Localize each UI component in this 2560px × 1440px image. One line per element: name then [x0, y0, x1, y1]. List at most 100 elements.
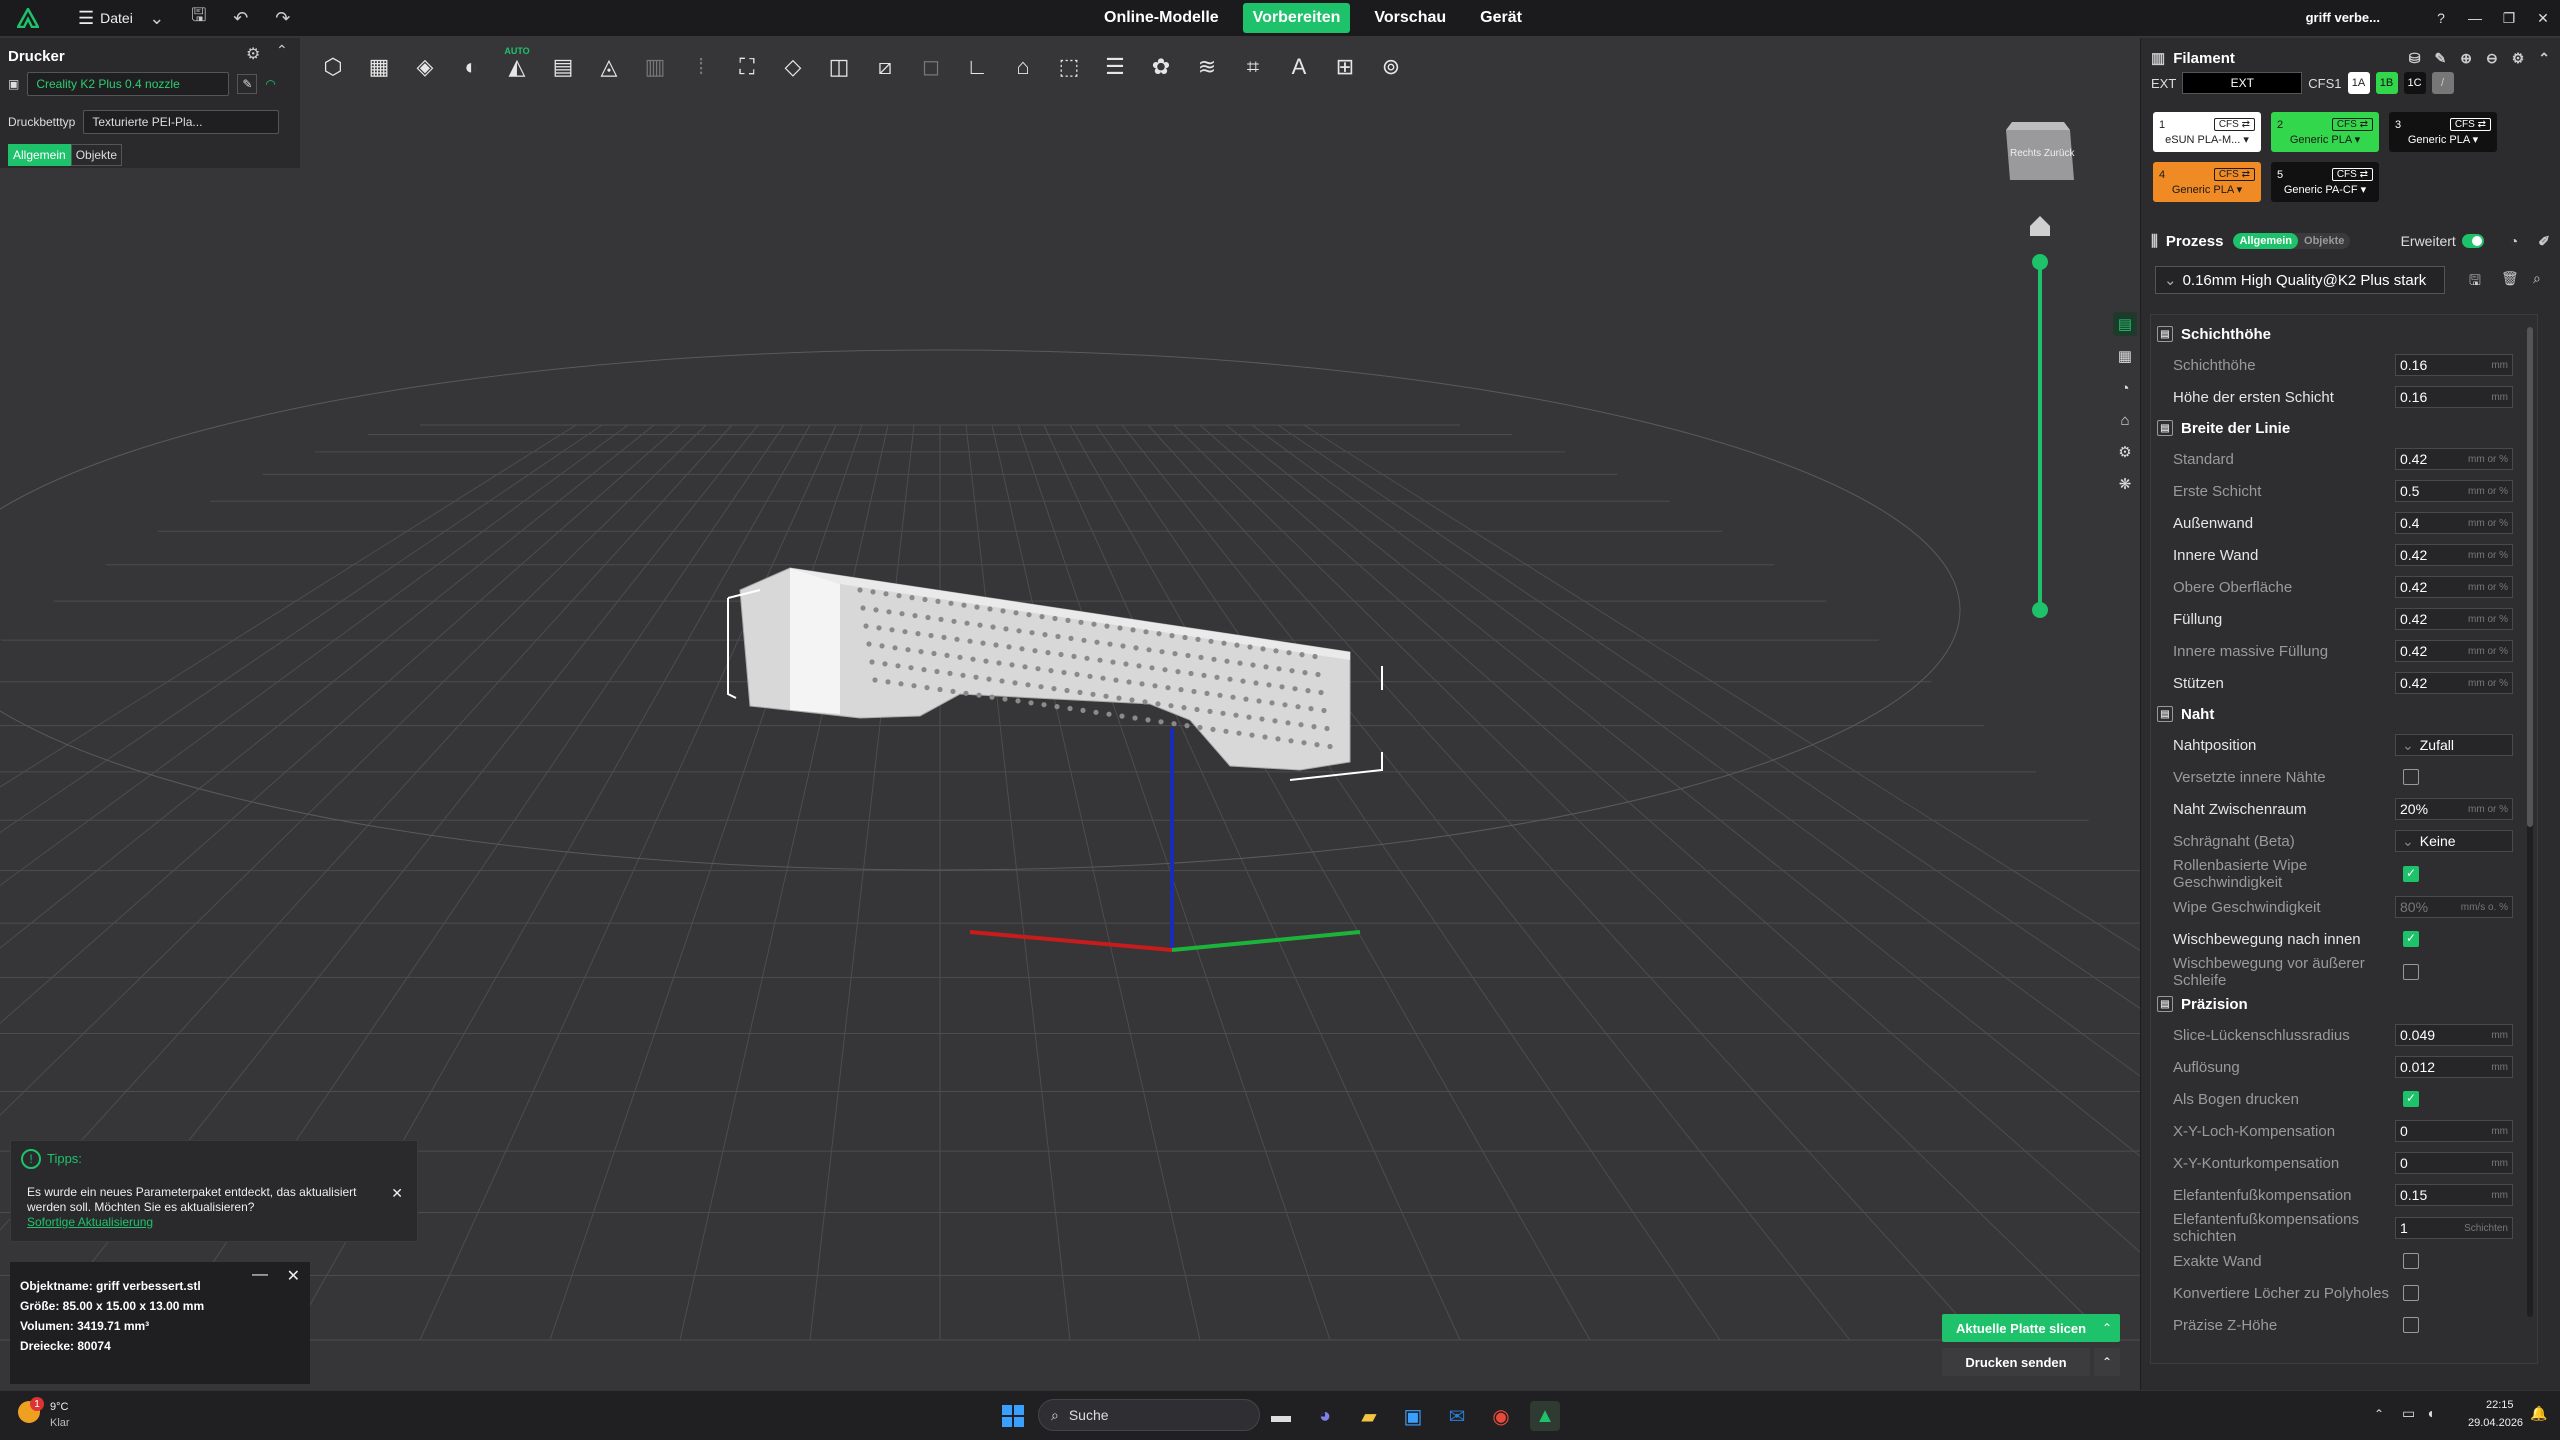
part-model[interactable] [727, 567, 1383, 781]
slice-plate-button[interactable]: Aktuelle Platte slicen [1942, 1314, 2100, 1342]
slot-filament-name[interactable]: Generic PLA ▾ [2395, 133, 2491, 146]
setting-value-input[interactable]: 0.42 mm or % [2395, 608, 2513, 630]
slot-filament-name[interactable]: Generic PLA ▾ [2159, 183, 2255, 196]
setting-value-input[interactable]: 20% mm or % [2395, 798, 2513, 820]
collapse-filament-icon[interactable]: ⌃ [2538, 50, 2550, 67]
move-icon[interactable]: ◇ [770, 44, 816, 90]
volume-icon[interactable]: ◖ [2426, 1405, 2434, 1421]
auto-orient-icon[interactable]: AUTO ◭ [494, 44, 540, 90]
setting-value-input[interactable]: 0.42 mm or % [2395, 448, 2513, 470]
settings-section[interactable]: ▤ Breite der Linie [2151, 413, 2537, 443]
add-object-icon[interactable]: ⬡ [310, 44, 356, 90]
process-preset-select[interactable]: ⌄ 0.16mm High Quality@K2 Plus stark [2155, 266, 2445, 294]
advanced-toggle[interactable] [2461, 234, 2484, 248]
emboss-icon[interactable]: ⊚ [1368, 44, 1414, 90]
tab-preview[interactable]: Vorschau [1364, 3, 1456, 33]
svg-icon[interactable]: ⊞ [1322, 44, 1368, 90]
setting-value-input[interactable]: 0.42 mm or % [2395, 672, 2513, 694]
rotate-icon[interactable]: ◫ [816, 44, 862, 90]
close-button[interactable]: ✕ [2526, 0, 2560, 36]
setting-checkbox[interactable] [2403, 769, 2419, 785]
filament-slot-2[interactable]: 2 CFS ⇄ Generic PLA ▾ [2271, 112, 2379, 152]
remove-filament-icon[interactable]: ⊖ [2486, 50, 2498, 67]
seam-paint-icon[interactable]: ⬚ [1046, 44, 1092, 90]
setting-dropdown[interactable]: ⌄ Zufall [2395, 734, 2513, 756]
settings-section[interactable]: ▤ Schichthöhe [2151, 319, 2537, 349]
setting-value-input[interactable]: 0.049 mm [2395, 1024, 2513, 1046]
setting-dropdown[interactable]: ⌄ Keine [2395, 830, 2513, 852]
orient-icon[interactable]: ◐ [448, 44, 494, 90]
user-name[interactable]: griff verbe... [2306, 10, 2380, 25]
compare-icon[interactable]: ◔ [2510, 233, 2518, 249]
slot-cfs-tag[interactable]: CFS ⇄ [2331, 168, 2373, 181]
sync-icon[interactable]: ⛁ [2409, 50, 2421, 67]
setting-value-input[interactable]: 1 Schichten [2395, 1217, 2513, 1239]
minimize-button[interactable]: — [2458, 0, 2492, 36]
cfs-1c-badge[interactable]: 1C [2403, 72, 2426, 94]
network-icon[interactable]: ▭ [2402, 1405, 2415, 1422]
boolean-icon[interactable]: ◻ [908, 44, 954, 90]
windows-start-icon[interactable] [998, 1401, 1028, 1431]
measure-icon[interactable]: ∟ [954, 44, 1000, 90]
minimize-info-icon[interactable]: — [252, 1266, 268, 1284]
filament-slot-1[interactable]: 1 CFS ⇄ eSUN PLA-M... ▾ [2153, 112, 2261, 152]
slot-filament-name[interactable]: Generic PA-CF ▾ [2277, 183, 2373, 196]
filament-settings-icon[interactable]: ⚙ [2512, 50, 2525, 67]
setting-value-input[interactable]: 0.16 mm [2395, 354, 2513, 376]
tab-objects[interactable]: Objekte [70, 144, 123, 166]
home-view-icon[interactable] [2030, 216, 2050, 236]
send-print-button[interactable]: Drucken senden [1942, 1348, 2090, 1376]
color-paint-icon[interactable]: ✿ [1138, 44, 1184, 90]
collapse-icon[interactable]: ⌃ [276, 42, 288, 59]
tray-chevron-icon[interactable]: ⌃ [2374, 1407, 2384, 1421]
split-objects-icon[interactable]: ▥ [632, 44, 678, 90]
slot-cfs-tag[interactable]: CFS ⇄ [2449, 118, 2491, 131]
app-logo-icon[interactable] [14, 4, 42, 32]
setting-value-input[interactable]: 0.42 mm or % [2395, 576, 2513, 598]
file-explorer-icon[interactable]: ▰ [1354, 1401, 1384, 1431]
hamburger-icon[interactable]: ☰ [78, 8, 94, 29]
support-paint-icon[interactable]: ⌂ [1000, 44, 1046, 90]
setting-value-input[interactable]: 0.5 mm or % [2395, 480, 2513, 502]
slot-filament-name[interactable]: eSUN PLA-M... ▾ [2159, 133, 2255, 146]
cfs-1b-badge[interactable]: 1B [2375, 72, 2398, 94]
setting-checkbox[interactable] [2403, 1253, 2419, 1269]
filament-slot-4[interactable]: 4 CFS ⇄ Generic PLA ▾ [2153, 162, 2261, 202]
file-menu-label[interactable]: Datei [100, 10, 133, 26]
setting-value-input[interactable]: 0 mm [2395, 1152, 2513, 1174]
tab-prepare[interactable]: Vorbereiten [1242, 3, 1351, 33]
setting-value-input[interactable]: 0.012 mm [2395, 1056, 2513, 1078]
setting-checkbox[interactable] [2403, 964, 2419, 980]
pill-general[interactable]: Allgemein [2233, 233, 2299, 249]
settings-scrollbar[interactable] [2527, 327, 2533, 1317]
tips-update-link[interactable]: Sofortige Aktualisierung [27, 1215, 153, 1229]
setting-checkbox[interactable] [2403, 866, 2419, 882]
cfs-empty-badge[interactable]: / [2431, 72, 2454, 94]
notification-bell-icon[interactable]: 🔔 [2530, 1405, 2547, 1422]
tab-general[interactable]: Allgemein [8, 144, 71, 166]
speed-category-icon[interactable]: ◔ [2113, 376, 2137, 400]
close-info-icon[interactable]: ✕ [287, 1266, 300, 1286]
help-icon[interactable]: ? [2424, 0, 2458, 36]
clock-date[interactable]: 29.04.2026 [2468, 1417, 2523, 1429]
tab-online-models[interactable]: Online-Modelle [1094, 3, 1229, 33]
slot-filament-name[interactable]: Generic PLA ▾ [2277, 133, 2373, 146]
quality-category-icon[interactable]: ▤ [2113, 312, 2137, 336]
setting-value-input[interactable]: 80% mm/s o. % [2395, 896, 2513, 918]
setting-checkbox[interactable] [2403, 1285, 2419, 1301]
assemble-icon[interactable]: ⌗ [1230, 44, 1276, 90]
outlook-icon[interactable]: ✉ [1442, 1401, 1472, 1431]
strength-category-icon[interactable]: ▦ [2113, 344, 2137, 368]
scale-icon[interactable]: ⛶ [724, 44, 770, 90]
process-mode-toggle[interactable]: Allgemein Objekte [2233, 233, 2351, 249]
pill-objects[interactable]: Objekte [2298, 233, 2350, 249]
add-filament-icon[interactable]: ⊕ [2460, 50, 2472, 67]
slot-cfs-tag[interactable]: CFS ⇄ [2213, 168, 2255, 181]
split-parts-icon[interactable]: ⁞ [678, 44, 724, 90]
settings-section[interactable]: ▤ Naht [2151, 699, 2537, 729]
lay-on-face-icon[interactable]: ◬ [586, 44, 632, 90]
preset-search-icon[interactable]: ⌕ [2533, 270, 2541, 287]
add-plate-icon[interactable]: ▦ [356, 44, 402, 90]
setting-value-input[interactable]: 0.16 mm [2395, 386, 2513, 408]
layer-slider[interactable] [2032, 254, 2048, 618]
